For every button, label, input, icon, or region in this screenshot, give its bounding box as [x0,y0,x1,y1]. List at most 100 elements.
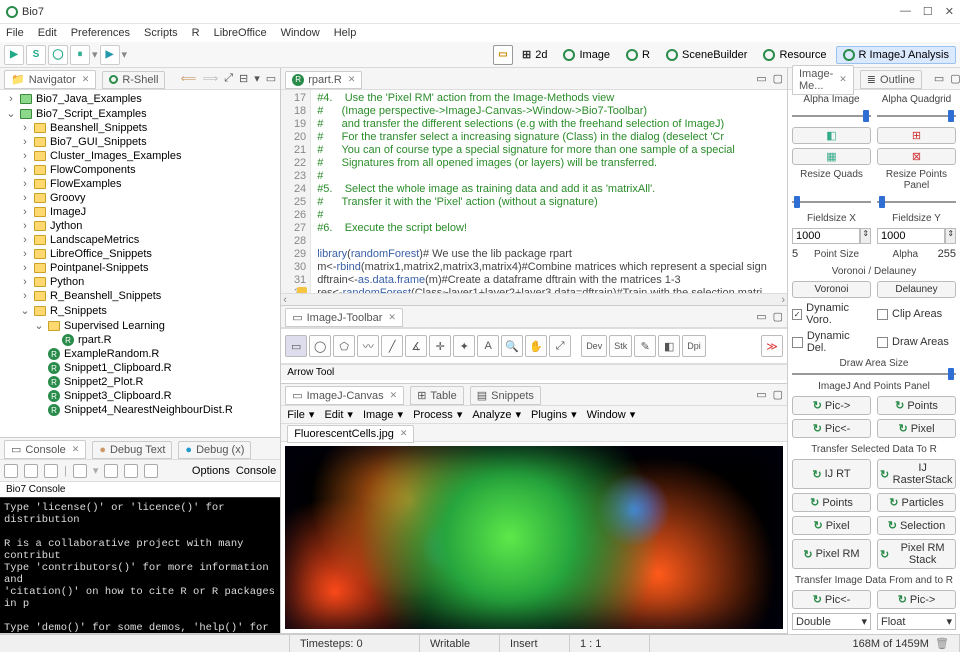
tree-folder[interactable]: ›R_Beanshell_Snippets [0,289,280,303]
btn-selection[interactable]: ↻Selection [877,516,956,535]
tool-run2-icon[interactable]: ▶ [100,45,120,65]
panel-max-icon[interactable]: ▢ [773,388,783,401]
ij-brush-icon[interactable]: ✎ [634,335,656,357]
tree-rfile[interactable]: RSnippet4_NearestNeighbourDist.R [0,403,280,417]
tab-rshell[interactable]: R-Shell [102,71,165,89]
tree-folder[interactable]: ›LibreOffice_Snippets [0,247,280,261]
console-output[interactable]: Type 'license()' or 'licence()' for dist… [0,498,280,633]
nav-link-icon[interactable]: ⤢ [224,72,233,85]
cv-window[interactable]: Window ▾ [587,408,636,421]
minimize-icon[interactable]: — [900,5,911,18]
cv-edit[interactable]: Edit ▾ [324,408,353,421]
panel-min-icon[interactable]: ▭ [756,388,766,401]
persp-scenebuilder[interactable]: SceneBuilder [659,46,754,64]
tree-folder[interactable]: ›Cluster_Images_Examples [0,149,280,163]
btn-points2[interactable]: ↻Points [792,493,871,512]
editor-max-icon[interactable]: ▢ [773,72,783,85]
tab-table[interactable]: ⊞ Table [410,386,464,405]
tree-folder[interactable]: ›Python [0,275,280,289]
ij-hand-icon[interactable]: ✋ [525,335,547,357]
slider-alpha-quad[interactable] [877,109,956,123]
close-icon[interactable]: ✕ [945,5,954,18]
tree-folder[interactable]: ›Groovy [0,191,280,205]
tree-rfile[interactable]: RSnippet1_Clipboard.R [0,361,280,375]
tree-folder[interactable]: ›ImageJ [0,205,280,219]
editor-min-icon[interactable]: ▭ [756,72,766,85]
persp-image[interactable]: Image [556,46,617,64]
chk-dyn-del[interactable]: Dynamic Del. [792,330,871,354]
menu-scripts[interactable]: Scripts [144,27,178,39]
ij-dropper-icon[interactable]: ⤢ [549,335,571,357]
chk-draw-areas[interactable]: Draw Areas [877,330,956,354]
navigator-tree[interactable]: ›Bio7_Java_Examples⌄Bio7_Script_Examples… [0,90,280,437]
btn-ijraster[interactable]: ↻IJ RasterStack [877,459,956,489]
tree-rfile[interactable]: RSnippet2_Plot.R [0,375,280,389]
cv-process[interactable]: Process ▾ [413,408,462,421]
panel-min-icon[interactable]: ▭ [934,72,944,85]
tree-rfile[interactable]: RExampleRandom.R [0,347,280,361]
console-opticon[interactable] [144,464,158,478]
ij-dev[interactable]: Dev [581,335,607,357]
tab-image-methods[interactable]: Image-Me...✕ [792,65,854,95]
menu-r[interactable]: R [192,27,200,39]
tab-ij-canvas[interactable]: ▭ ImageJ-Canvas✕ [285,386,404,405]
cv-plugins[interactable]: Plugins ▾ [531,408,577,421]
btn-picr2[interactable]: ↻Pic-> [877,590,956,609]
menu-file[interactable]: File [6,27,24,39]
console-opticon[interactable] [44,464,58,478]
cv-analyze[interactable]: Analyze ▾ [472,408,521,421]
menu-edit[interactable]: Edit [38,27,57,39]
tree-folder[interactable]: ›Pointpanel-Snippets [0,261,280,275]
ij-point-icon[interactable]: ✛ [429,335,451,357]
console-opticon[interactable] [73,464,87,478]
image-tab[interactable]: FluorescentCells.jpg✕ [287,425,414,443]
cv-image[interactable]: Image ▾ [363,408,403,421]
ij-poly-icon[interactable]: ⬠ [333,335,355,357]
chk-clip-areas[interactable]: Clip Areas [877,302,956,326]
btn-particles[interactable]: ↻Particles [877,493,956,512]
tree-folder[interactable]: ›FlowExamples [0,177,280,191]
console-opticon[interactable] [24,464,38,478]
gc-icon[interactable]: 🗑 [935,637,949,650]
persp-r-imagej-analysis[interactable]: R ImageJ Analysis [836,46,956,64]
btn-pic-icon[interactable]: ▦ [792,148,871,165]
nav-back-icon[interactable]: ⟸ [181,72,197,85]
menu-help[interactable]: Help [334,27,357,39]
btn-points-icon[interactable]: ⊞ [877,127,956,144]
ij-dpi[interactable]: Dpi [682,335,706,357]
ij-lut-icon[interactable]: ◧ [658,335,680,357]
tab-rpart[interactable]: Rrpart.R✕ [285,71,362,89]
slider-resize-points[interactable] [877,195,956,209]
btn-pixel-rm[interactable]: ↻Pixel RM [792,539,871,569]
menu-preferences[interactable]: Preferences [71,27,130,39]
ij-angle-icon[interactable]: ∡ [405,335,427,357]
ij-text-icon[interactable]: A [477,335,499,357]
cv-file[interactable]: File ▾ [287,408,314,421]
tab-debugtext[interactable]: ●Debug Text [92,441,172,459]
tab-snippets[interactable]: ▤ Snippets [470,386,541,405]
menu-window[interactable]: Window [281,27,320,39]
tab-ij-toolbar[interactable]: ▭ ImageJ-Toolbar✕ [285,308,403,327]
btn-reset-icon[interactable]: ⊠ [877,148,956,165]
tree-rfile[interactable]: RSnippet3_Clipboard.R [0,389,280,403]
menu-libreoffice[interactable]: LibreOffice [214,27,267,39]
tab-outline[interactable]: ≣ Outline [860,70,922,89]
console-opticon[interactable] [104,464,118,478]
btn-voronoi[interactable]: Voronoi [792,281,871,298]
tool-circle-icon[interactable]: ◯ [48,45,68,65]
input-fsy[interactable] [877,228,945,244]
ij-rect-icon[interactable]: ▭ [285,335,307,357]
btn-pic-right[interactable]: ↻Pic-> [792,396,871,415]
panel-max-icon[interactable]: ▢ [950,72,960,85]
tab-console[interactable]: ▭ Console✕ [4,440,86,459]
chk-dyn-voro[interactable]: ✓Dynamic Voro. [792,302,871,326]
btn-pixel2[interactable]: ↻Pixel [792,516,871,535]
slider-resize-quads[interactable] [792,195,871,209]
maximize-icon[interactable]: ☐ [923,5,933,18]
tab-navigator[interactable]: 📁 Navigator✕ [4,70,96,89]
console-options-link[interactable]: Options [192,465,230,477]
image-canvas[interactable] [285,446,783,629]
btn-pixel[interactable]: ↻Pixel [877,419,956,438]
nav-collapse-icon[interactable]: ⊟ [239,72,248,85]
persp-r[interactable]: R [619,46,657,64]
